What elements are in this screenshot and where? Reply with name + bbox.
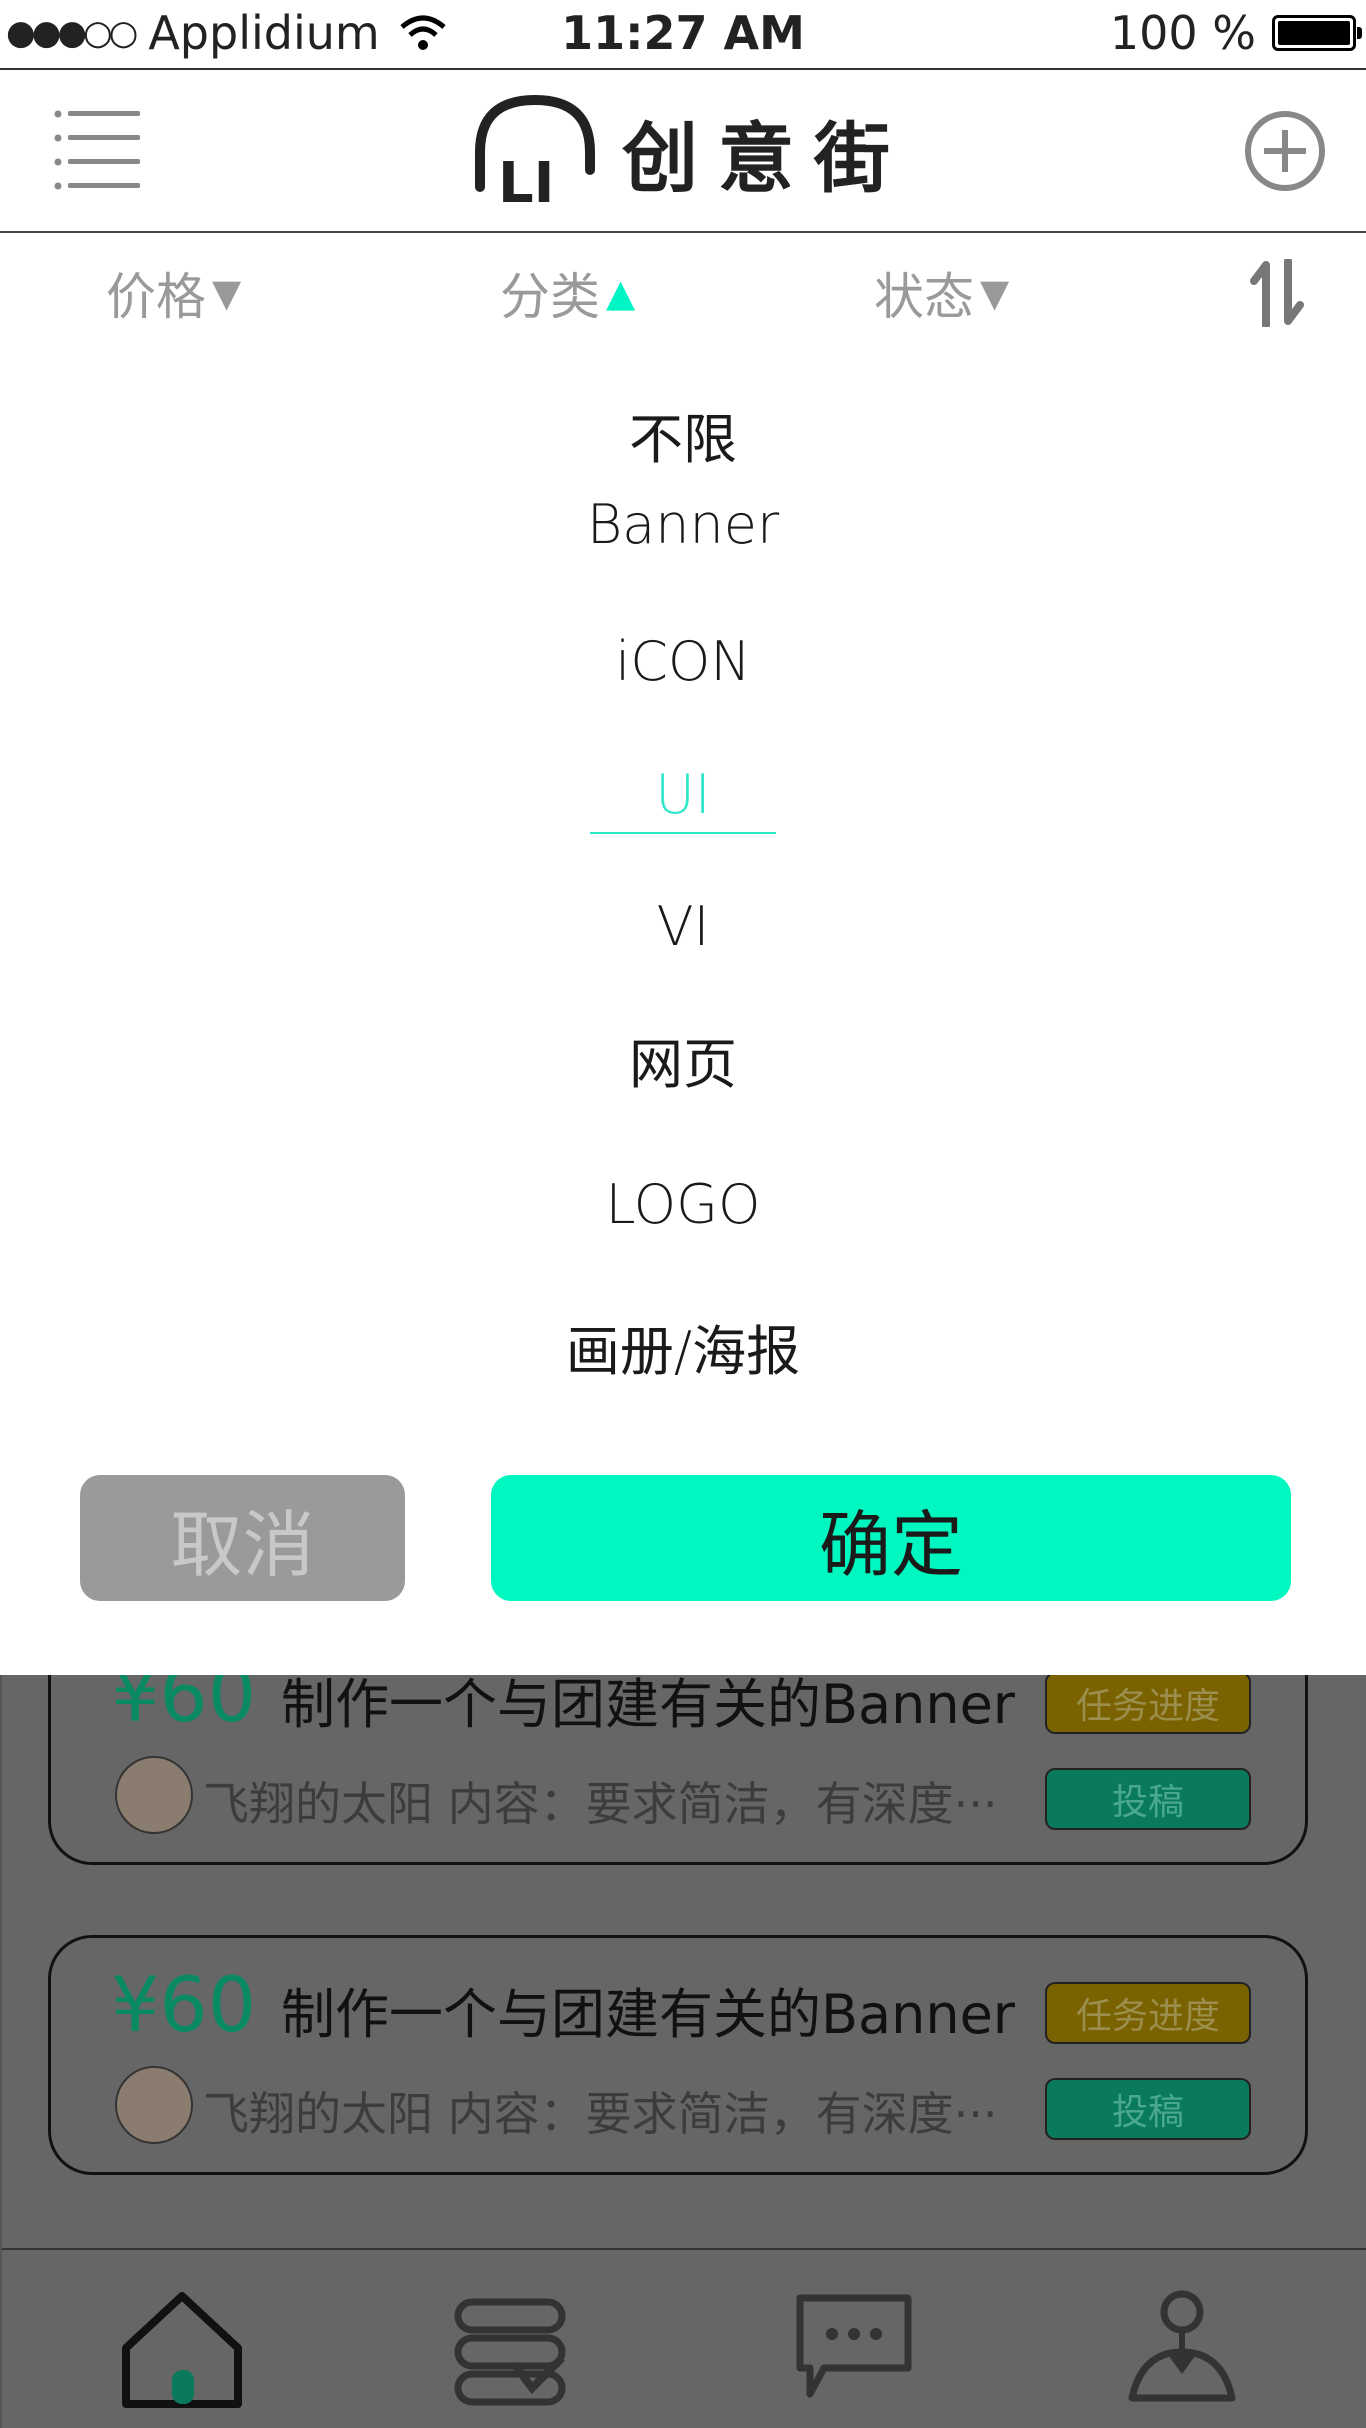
filter-status[interactable]: 状态 ▼ [874,257,1009,329]
task-author: 飞翔的太阳 [203,1777,433,1831]
tab-bar [2,2248,1366,2428]
headphones-logo-icon: LI [475,94,595,212]
task-card[interactable]: ¥60 制作一个与团建有关的Banner 任务进度 飞翔的太阳 内容：要求简洁，… [48,1675,1308,1865]
task-meta: 飞翔的太阳 内容：要求简洁，有深度··· [203,2078,998,2144]
app-title: 创意街 [622,114,910,203]
messages-icon[interactable] [784,2278,924,2418]
filter-category[interactable]: 分类 ▲ [500,257,635,329]
profile-icon[interactable] [1112,2278,1252,2418]
option-banner[interactable]: Banner [0,493,1366,556]
app-logo: LI 创意街 [470,92,910,212]
avatar [115,1756,193,1834]
task-author: 飞翔的太阳 [203,2087,433,2141]
menu-icon[interactable] [54,110,140,190]
filter-price-label: 价格 [106,268,206,326]
tasks-icon[interactable] [442,2278,582,2418]
filter-category-label: 分类 [500,268,600,326]
filter-bar: 价格 ▼ 分类 ▲ 状态 ▼ [0,235,1366,345]
option-brochure-poster[interactable]: 画册/海报 [0,1307,1366,1386]
sort-icon[interactable] [1248,259,1306,327]
status-bar: ●●●○○ Applidium 11:27 AM 100 % [0,0,1366,70]
option-ui[interactable]: UI [0,763,1366,834]
battery-icon [1272,15,1362,51]
avatar [115,2066,193,2144]
home-icon[interactable] [112,2278,252,2418]
caret-down-icon: ▼ [980,271,1010,315]
task-meta: 飞翔的太阳 内容：要求简洁，有深度··· [203,1768,998,1834]
option-webpage[interactable]: 网页 [0,1020,1366,1099]
caret-up-icon: ▲ [606,271,636,315]
option-logo[interactable]: LOGO [0,1173,1366,1236]
option-ui-label: UI [590,763,776,834]
submit-button[interactable]: 投稿 [1045,1768,1251,1830]
filter-status-label: 状态 [874,268,974,326]
confirm-button[interactable]: 确定 [491,1475,1291,1601]
task-progress-button[interactable]: 任务进度 [1045,1675,1251,1734]
task-price: ¥60 [111,1675,257,1739]
task-content: 内容：要求简洁，有深度··· [447,1777,998,1831]
svg-text:LI: LI [498,151,555,212]
option-icon[interactable]: iCON [0,630,1366,693]
task-title: 制作一个与团建有关的Banner [281,1675,1016,1736]
task-content: 内容：要求简洁，有深度··· [447,2087,998,2141]
nav-bar: LI 创意街 [0,70,1366,233]
submit-button[interactable]: 投稿 [1045,2078,1251,2140]
option-vi[interactable]: VI [0,895,1366,958]
task-progress-button[interactable]: 任务进度 [1045,1982,1251,2044]
caret-down-icon: ▼ [212,271,242,315]
task-title: 制作一个与团建有关的Banner [281,1983,1016,2046]
task-price: ¥60 [111,1960,257,2049]
cancel-button[interactable]: 取消 [80,1475,405,1601]
add-icon[interactable] [1244,110,1326,192]
dimmed-overlay[interactable]: ¥60 制作一个与团建有关的Banner 任务进度 飞翔的太阳 内容：要求简洁，… [0,1675,1366,2428]
filter-price[interactable]: 价格 ▼ [106,257,241,329]
battery-percent: 100 % [1109,6,1256,60]
task-card[interactable]: ¥60 制作一个与团建有关的Banner 任务进度 飞翔的太阳 内容：要求简洁，… [48,1935,1308,2175]
option-unlimited[interactable]: 不限 [0,395,1366,474]
